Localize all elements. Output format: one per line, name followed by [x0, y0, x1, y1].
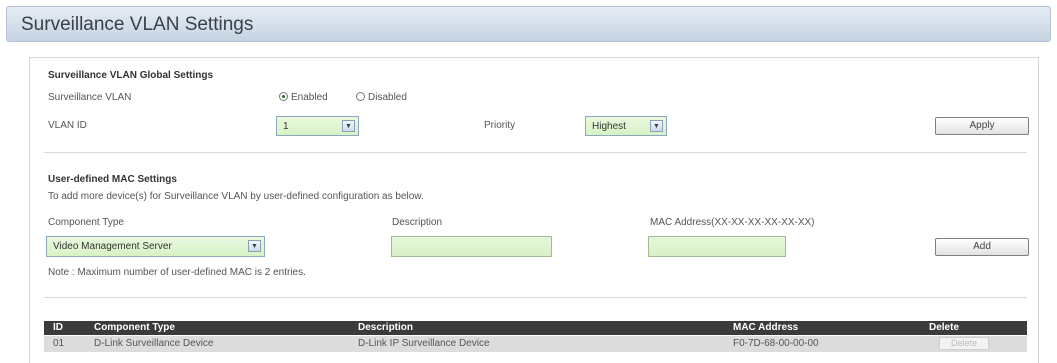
column-header-id: ID [53, 322, 63, 333]
mac-address-label: MAC Address(XX-XX-XX-XX-XX-XX) [650, 217, 815, 228]
column-header-description: Description [358, 322, 414, 333]
component-type-value: Video Management Server [53, 241, 172, 252]
apply-button[interactable]: Apply [935, 117, 1029, 135]
description-label: Description [392, 217, 443, 228]
max-entries-note: Note : Maximum number of user-defined MA… [48, 267, 306, 278]
chevron-down-icon[interactable]: ▼ [342, 120, 355, 132]
vlan-id-value: 1 [283, 121, 289, 132]
table-header: ID Component Type Description MAC Addres… [44, 321, 1027, 335]
column-header-mac-address: MAC Address [733, 322, 799, 333]
page: Surveillance VLAN Settings Surveillance … [0, 0, 1057, 363]
global-settings-title: Surveillance VLAN Global Settings [48, 70, 214, 81]
chevron-down-icon[interactable]: ▼ [248, 240, 261, 252]
column-header-component-type: Component Type [94, 322, 175, 333]
priority-label: Priority [484, 120, 516, 131]
vlan-id-select[interactable]: 1 ▼ [276, 116, 359, 136]
row-component-type: D-Link Surveillance Device [94, 338, 214, 349]
user-mac-settings-title: User-defined MAC Settings [48, 174, 177, 185]
row-id: 01 [53, 338, 65, 349]
title-bar: Surveillance VLAN Settings [6, 6, 1051, 42]
table-row: 01 D-Link Surveillance Device D-Link IP … [44, 336, 1027, 352]
priority-select[interactable]: Highest ▼ [585, 116, 667, 136]
disabled-radio-label: Disabled [368, 92, 407, 103]
surveillance-vlan-label: Surveillance VLAN [48, 92, 132, 103]
table-divider [44, 297, 1027, 298]
section-divider [44, 152, 1027, 153]
column-header-delete: Delete [929, 322, 960, 333]
enabled-radio-label: Enabled [291, 92, 328, 103]
delete-button[interactable]: Delete [939, 337, 989, 350]
enabled-radio[interactable] [279, 92, 288, 101]
vlan-id-label: VLAN ID [48, 120, 87, 131]
user-mac-instruction: To add more device(s) for Surveillance V… [48, 191, 424, 202]
enabled-radio-option[interactable]: Enabled [279, 92, 328, 103]
disabled-radio-option[interactable]: Disabled [356, 92, 407, 103]
settings-panel [29, 57, 1039, 363]
component-type-select[interactable]: Video Management Server ▼ [46, 236, 265, 257]
mac-address-input[interactable] [648, 236, 786, 257]
row-description: D-Link IP Surveillance Device [358, 338, 490, 349]
disabled-radio[interactable] [356, 92, 365, 101]
priority-value: Highest [592, 121, 626, 132]
page-title: Surveillance VLAN Settings [21, 14, 254, 35]
component-type-label: Component Type [48, 217, 124, 228]
add-button[interactable]: Add [935, 238, 1029, 256]
row-mac-address: F0-7D-68-00-00-00 [733, 338, 819, 349]
description-input[interactable] [391, 236, 552, 257]
chevron-down-icon[interactable]: ▼ [650, 120, 663, 132]
